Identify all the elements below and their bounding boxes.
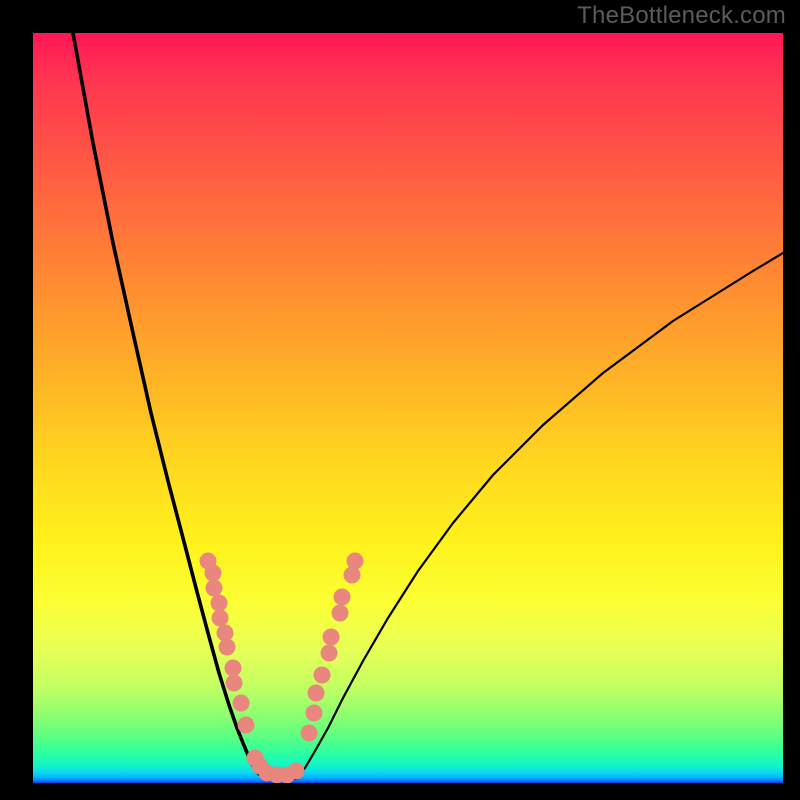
data-dot	[233, 695, 250, 712]
chart-stage: TheBottleneck.com	[0, 0, 800, 800]
data-dot	[308, 685, 325, 702]
data-dot	[226, 675, 243, 692]
plot-area	[33, 33, 783, 783]
data-dot	[347, 553, 364, 570]
curve-right-curve	[297, 253, 783, 778]
data-dot	[301, 725, 318, 742]
data-dot	[219, 639, 236, 656]
data-dot	[332, 605, 349, 622]
data-dot	[212, 610, 229, 627]
data-dot	[306, 705, 323, 722]
dot-group	[200, 553, 364, 784]
data-dot	[211, 595, 228, 612]
curve-group	[73, 33, 783, 779]
data-dot	[314, 667, 331, 684]
data-dot	[334, 589, 351, 606]
data-dot	[238, 717, 255, 734]
data-dot	[321, 645, 338, 662]
data-dot	[288, 763, 305, 780]
data-dot	[206, 580, 223, 597]
data-dot	[323, 629, 340, 646]
data-dot	[205, 565, 222, 582]
data-dot	[344, 567, 361, 584]
chart-overlay	[33, 33, 783, 783]
watermark-label: TheBottleneck.com	[577, 2, 786, 30]
data-dot	[225, 660, 242, 677]
